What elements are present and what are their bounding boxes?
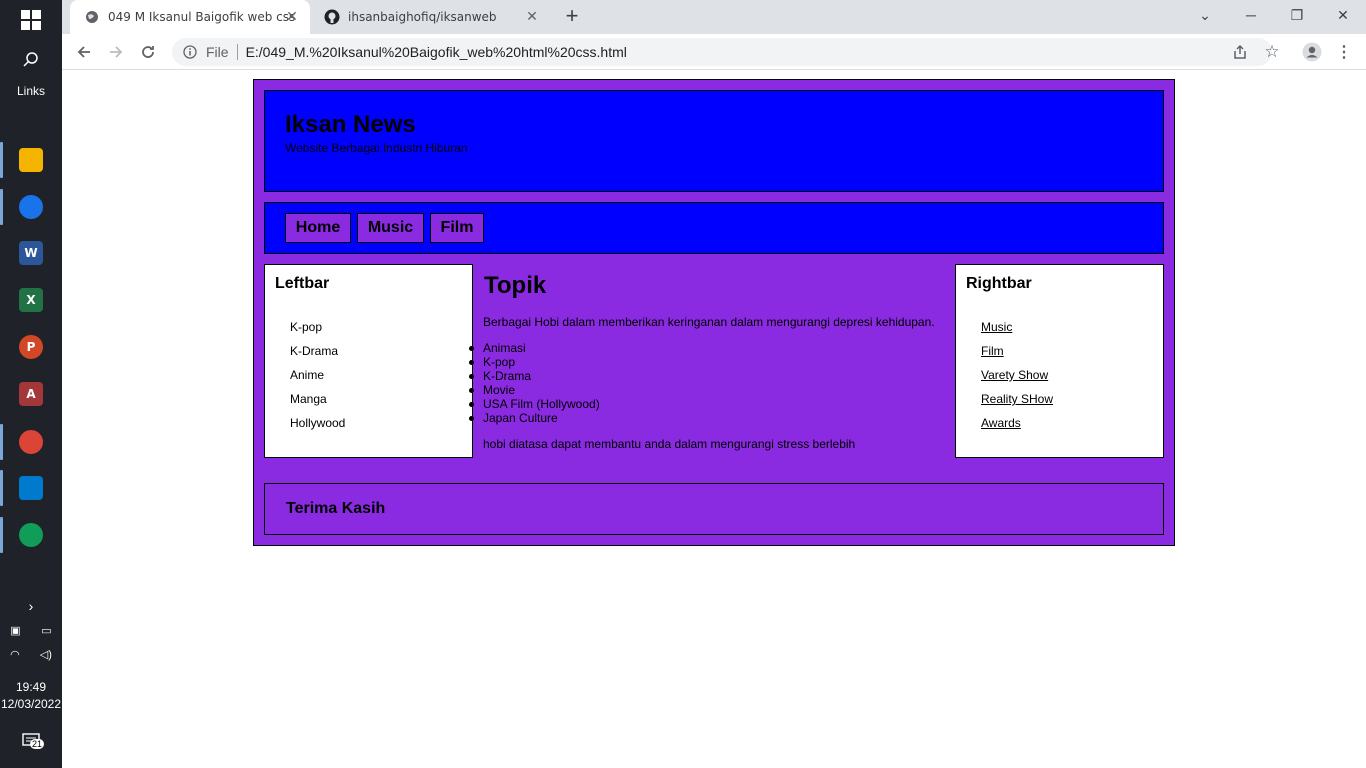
- main-content: Topik Berbagai Hobi dalam memberikan ker…: [468, 264, 945, 458]
- address-bar[interactable]: File E:/049_M.%20Iksanul%20Baigofik_web%…: [172, 38, 1272, 66]
- chrome-icon[interactable]: [0, 517, 43, 553]
- rightbar-link[interactable]: Reality SHow: [981, 392, 1053, 406]
- site-nav: Home Music Film: [264, 202, 1164, 254]
- nav-music-button[interactable]: Music: [357, 213, 424, 243]
- site-subtitle: Website Berbagai Industri Hiburan: [285, 141, 468, 155]
- list-item: K-pop: [468, 355, 516, 369]
- main-intro: Berbagai Hobi dalam memberikan keringana…: [483, 315, 935, 329]
- volume-icon[interactable]: ◁): [40, 648, 52, 661]
- file-scheme-label: File: [206, 44, 229, 60]
- battery-icon[interactable]: ▭: [41, 624, 51, 637]
- close-tab-icon[interactable]: ✕: [284, 9, 300, 25]
- list-item: K-Drama: [468, 369, 532, 383]
- site-header: Iksan News Website Berbagai Industri Hib…: [264, 90, 1164, 192]
- close-window-icon[interactable]: ✕: [1320, 0, 1366, 30]
- site-footer: Terima Kasih: [264, 483, 1164, 535]
- web-page: Iksan News Website Berbagai Industri Hib…: [62, 71, 1366, 768]
- list-item: Movie: [468, 383, 516, 397]
- main-heading: Topik: [484, 272, 547, 299]
- word-icon[interactable]: W: [19, 241, 43, 265]
- tab-title: 049 M Iksanul Baigofik web css: [108, 10, 296, 24]
- list-item: USA Film (Hollywood): [469, 397, 600, 411]
- rightbar-link[interactable]: Awards: [981, 416, 1021, 430]
- rightbar-link[interactable]: Film: [981, 344, 1004, 358]
- list-item: Japan Culture: [469, 411, 558, 425]
- new-tab-button[interactable]: +: [560, 5, 584, 29]
- page-wrapper: Iksan News Website Berbagai Industri Hib…: [253, 79, 1175, 546]
- wifi-icon[interactable]: ◠: [10, 648, 20, 661]
- vscode-icon[interactable]: [0, 470, 43, 506]
- forward-icon[interactable]: [102, 38, 130, 66]
- leftbar-item: Hollywood: [290, 416, 346, 430]
- tray-icons-2[interactable]: ◠ ◁): [0, 646, 62, 662]
- list-item: Animasi: [469, 341, 526, 355]
- main-outro: hobi diatasa dapat membantu anda dalam m…: [483, 437, 856, 451]
- tray-icons[interactable]: ▣ ▭: [0, 622, 62, 638]
- chrome-profile-2-icon[interactable]: [0, 424, 43, 460]
- clock-time[interactable]: 19:49: [0, 680, 62, 694]
- close-tab-icon[interactable]: ✕: [524, 9, 540, 25]
- leftbar-item: Manga: [290, 392, 327, 406]
- rightbar-title: Rightbar: [966, 275, 1032, 292]
- leftbar-title: Leftbar: [275, 275, 330, 292]
- tab-title: ihsanbaighofiq/iksanweb: [348, 10, 497, 24]
- nav-home-button[interactable]: Home: [285, 213, 351, 243]
- footer-text: Terima Kasih: [286, 500, 386, 517]
- tab-search-icon[interactable]: ⌄: [1182, 0, 1228, 30]
- minimize-icon[interactable]: ─: [1228, 0, 1274, 30]
- rightbar-link[interactable]: Varety Show: [981, 368, 1048, 382]
- tab-inactive[interactable]: ihsanbaighofiq/iksanweb ✕: [310, 0, 550, 34]
- leftbar-item: Anime: [290, 368, 325, 382]
- tab-active[interactable]: 049 M Iksanul Baigofik web css ✕: [70, 0, 310, 34]
- url-text[interactable]: E:/049_M.%20Iksanul%20Baigofik_web%20htm…: [246, 44, 627, 60]
- github-icon: [324, 9, 340, 25]
- leftbar-item: K-pop: [290, 320, 323, 334]
- globe-icon: [84, 9, 100, 25]
- back-icon[interactable]: [70, 38, 98, 66]
- windows-start-icon[interactable]: [0, 6, 62, 34]
- notification-icon[interactable]: 21: [0, 728, 62, 754]
- meet-icon[interactable]: ▣: [10, 624, 20, 637]
- leftbar-item: K-Drama: [290, 344, 339, 358]
- star-icon[interactable]: ☆: [1262, 42, 1282, 62]
- browser-toolbar: File E:/049_M.%20Iksanul%20Baigofik_web%…: [62, 34, 1366, 70]
- site-title: Iksan News: [285, 111, 416, 138]
- chrome-profile-icon[interactable]: [0, 189, 43, 225]
- nav-film-button[interactable]: Film: [430, 213, 484, 243]
- windows-taskbar: Links W X P A › ▣ ▭ ◠ ◁) 19:49 12/03/2022 …: [0, 0, 62, 768]
- file-explorer-icon[interactable]: [0, 142, 43, 178]
- excel-icon[interactable]: X: [19, 288, 43, 312]
- powerpoint-icon[interactable]: P: [19, 335, 43, 359]
- share-icon[interactable]: [1230, 42, 1250, 62]
- notification-count: 21: [30, 739, 45, 749]
- rightbar: Rightbar Music Film Varety Show Reality …: [955, 264, 1164, 458]
- search-icon[interactable]: [0, 48, 62, 72]
- restore-icon[interactable]: ❐: [1274, 0, 1320, 30]
- rightbar-link[interactable]: Music: [981, 320, 1012, 334]
- leftbar: Leftbar K-pop K-Drama Anime Manga Hollyw…: [264, 264, 473, 458]
- reload-icon[interactable]: [134, 38, 162, 66]
- address-divider: [236, 44, 238, 60]
- chevron-right-icon[interactable]: ›: [0, 598, 62, 614]
- menu-icon[interactable]: ⋮: [1334, 42, 1354, 62]
- clock-date[interactable]: 12/03/2022: [0, 697, 62, 711]
- info-icon[interactable]: [182, 44, 198, 60]
- access-icon[interactable]: A: [19, 382, 43, 406]
- profile-icon[interactable]: [1302, 42, 1322, 62]
- links-label[interactable]: Links: [0, 84, 62, 98]
- tab-strip: 049 M Iksanul Baigofik web css ✕ ihsanba…: [62, 0, 1366, 34]
